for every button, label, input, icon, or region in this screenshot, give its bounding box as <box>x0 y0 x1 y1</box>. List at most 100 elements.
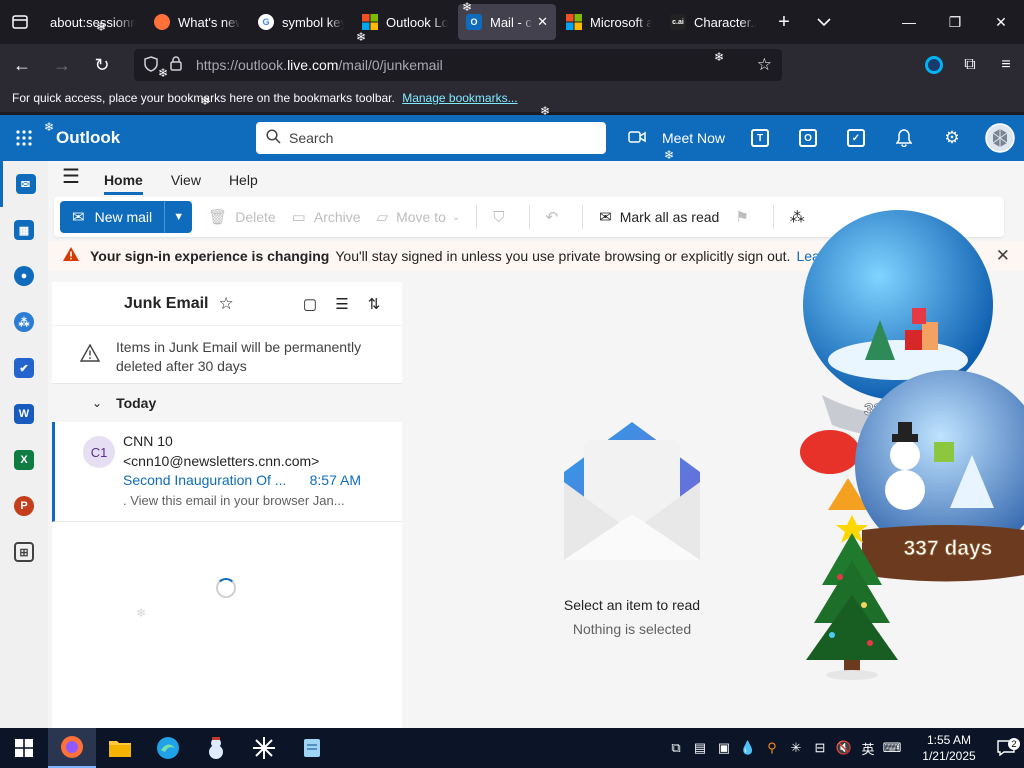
rail-people[interactable]: ● <box>0 253 48 299</box>
tab-symbol-key[interactable]: G symbol key <box>250 4 352 40</box>
rail-word[interactable]: W <box>0 391 48 437</box>
menu-icon[interactable]: ≡ <box>988 49 1024 81</box>
rail-groups[interactable]: ⁂ <box>0 299 48 345</box>
delete-button[interactable]: 🗑 Delete <box>208 208 276 226</box>
forward-icon[interactable]: → <box>44 49 80 81</box>
select-icon[interactable]: ▢ <box>294 295 326 313</box>
back-icon[interactable]: ← <box>4 49 40 81</box>
junk-notice: Items in Junk Email will be permanently … <box>52 326 402 384</box>
clock[interactable]: 1:55 AM 1/21/2025 <box>910 732 988 764</box>
tab-microsoft-account[interactable]: Microsoft a <box>558 4 660 40</box>
taskbar-file-explorer[interactable] <box>96 728 144 768</box>
task-view-icon[interactable]: ⧉ <box>664 740 688 756</box>
mark-all-read-button[interactable]: ✉ Mark all as read <box>599 208 719 226</box>
taskbar-app-5[interactable] <box>240 728 288 768</box>
rail-todo[interactable]: ✔ <box>0 345 48 391</box>
message-time: 8:57 AM <box>309 472 361 488</box>
office-icon[interactable]: O <box>784 115 832 161</box>
close-tab-icon[interactable]: ✕ <box>537 14 548 30</box>
reload-icon[interactable]: ↻ <box>84 49 120 81</box>
account-icon[interactable] <box>916 49 952 81</box>
minimize-icon[interactable]: — <box>886 0 932 44</box>
outlook-brand[interactable]: Outlook <box>56 128 256 148</box>
manage-bookmarks-link[interactable]: Manage bookmarks... <box>402 91 517 105</box>
windows-start-icon[interactable] <box>0 728 48 768</box>
snowman-icon <box>209 737 223 759</box>
rail-mail[interactable]: ✉ <box>0 161 48 207</box>
envelope-icon: ✉ <box>72 209 85 226</box>
new-mail-label: New mail <box>94 209 153 225</box>
search-icon[interactable]: ⚲ <box>760 740 784 756</box>
taskbar-app-4[interactable] <box>192 728 240 768</box>
close-icon[interactable]: ✕ <box>996 246 1010 266</box>
tab-title: What's new <box>178 14 240 30</box>
chevron-down-icon[interactable] <box>804 0 844 44</box>
ime-indicator[interactable]: 英 <box>856 739 880 758</box>
restore-icon[interactable]: ❐ <box>932 0 978 44</box>
rail-more-apps[interactable]: ⊞ <box>0 529 48 575</box>
tab-session-restore[interactable]: about:sessionre <box>42 4 144 40</box>
trash-icon: 🗑 <box>208 209 228 226</box>
tab-help[interactable]: Help <box>229 172 258 195</box>
volume-muted-icon[interactable]: 🔇 <box>832 740 856 756</box>
groups-button[interactable]: ⁂ <box>790 208 813 226</box>
tab-home[interactable]: Home <box>103 172 143 195</box>
teams-icon[interactable]: T <box>736 115 784 161</box>
extensions-icon[interactable]: ⧉ <box>952 49 988 81</box>
envelope-open-icon: ✉ <box>599 209 612 226</box>
url-prefix: https://outlook. <box>196 57 288 73</box>
tab-list-icon[interactable] <box>0 0 40 44</box>
list-item[interactable]: C1 CNN 10 <cnn10@newsletters.cnn.com> Se… <box>52 422 402 522</box>
notification-center-icon[interactable]: 2 <box>988 738 1024 756</box>
archive-button[interactable]: ▭ Archive <box>292 208 361 226</box>
meet-now-button[interactable]: Meet Now <box>628 130 725 146</box>
bookmark-star-icon[interactable]: ☆ <box>757 55 772 75</box>
group-header-today[interactable]: ⌄ Today <box>52 384 402 422</box>
window-controls: — ❐ ✕ <box>886 0 1024 44</box>
sort-icon[interactable]: ⇅ <box>358 295 390 313</box>
report-button[interactable]: ⛉ <box>493 209 512 226</box>
app-launcher-icon[interactable] <box>0 115 48 161</box>
loading-spinner-icon <box>216 578 236 598</box>
new-mail-button[interactable]: ✉ New mail <box>60 201 165 233</box>
lock-icon[interactable] <box>170 56 190 74</box>
rail-excel[interactable]: X <box>0 437 48 483</box>
avatar[interactable] <box>976 115 1024 161</box>
droplet-icon[interactable]: 💧 <box>736 740 760 756</box>
learn-more-link[interactable]: Learn m <box>796 248 847 264</box>
message-summary: CNN 10 <cnn10@newsletters.cnn.com> Secon… <box>123 432 361 521</box>
rail-powerpoint[interactable]: P <box>0 483 48 529</box>
tab-outlook-login[interactable]: Outlook Lo <box>354 4 456 40</box>
my-day-icon[interactable]: ✓ <box>832 115 880 161</box>
tab-mail[interactable]: O Mail - cc ✕ <box>458 4 556 40</box>
taskbar-edge[interactable] <box>144 728 192 768</box>
bell-icon[interactable] <box>880 115 928 161</box>
close-window-icon[interactable]: ✕ <box>978 0 1024 44</box>
hamburger-icon[interactable]: ☰ <box>62 164 80 195</box>
tab-character-ai[interactable]: c.ai Character.A <box>662 4 764 40</box>
keyboard-icon[interactable]: ⌨ <box>880 740 904 756</box>
reply-button[interactable]: ↶ <box>546 208 567 226</box>
move-to-button[interactable]: ▱ Move to ⌄ <box>377 208 461 226</box>
taskbar-firefox[interactable] <box>48 728 96 768</box>
shield-icon: ⛉ <box>493 208 505 226</box>
taskbar-app-6[interactable] <box>288 728 336 768</box>
filter-icon[interactable]: ☰ <box>326 295 358 313</box>
url-bar[interactable]: https://outlook. live.com/mail/0/junkemai… <box>134 49 782 81</box>
tray-app-icon[interactable]: ▤ <box>688 740 712 756</box>
search-box[interactable]: Search <box>256 122 606 154</box>
divider <box>476 205 478 229</box>
favorite-star-icon[interactable]: ☆ <box>218 294 233 314</box>
tray-app-icon[interactable]: ▣ <box>712 740 736 756</box>
tab-whats-new[interactable]: What's new <box>146 4 248 40</box>
new-mail-dropdown[interactable]: ▼ <box>164 201 193 233</box>
reading-pane: Select an item to read Nothing is select… <box>404 282 1024 728</box>
new-tab-icon[interactable]: + <box>764 0 804 44</box>
flag-button[interactable]: ⚑ <box>735 208 756 226</box>
snowflake-icon[interactable]: ✳ <box>784 740 808 756</box>
network-icon[interactable]: ⊟ <box>808 740 832 756</box>
rail-calendar[interactable]: ▦ <box>0 207 48 253</box>
gear-icon[interactable]: ⚙ <box>928 115 976 161</box>
shield-icon[interactable] <box>144 55 164 75</box>
tab-view[interactable]: View <box>171 172 201 195</box>
